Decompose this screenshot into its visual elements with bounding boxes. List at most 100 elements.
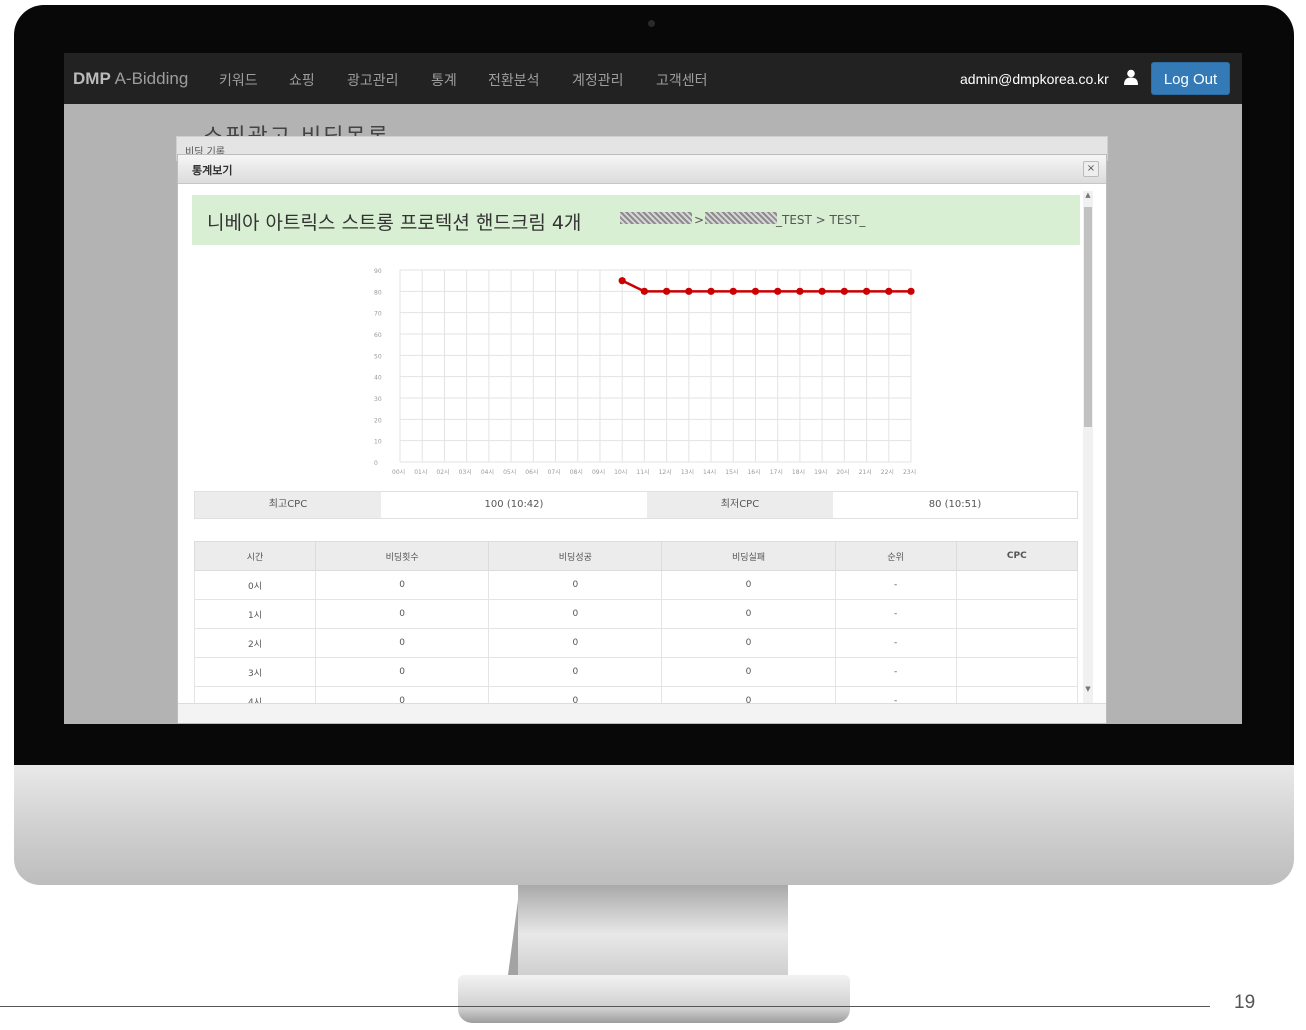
page-number: 19 bbox=[1234, 992, 1256, 1013]
y-tick-label: 80 bbox=[374, 289, 382, 296]
brand-logo[interactable]: DMP A-Bidding bbox=[73, 69, 188, 89]
y-tick-label: 10 bbox=[374, 439, 382, 446]
x-tick-label: 22시 bbox=[881, 469, 894, 476]
table-row: 0시 0 0 0- bbox=[193, 570, 1079, 600]
nav-statistics[interactable]: 통계 bbox=[431, 70, 457, 90]
y-tick-label: 60 bbox=[374, 332, 382, 339]
data-point bbox=[729, 287, 737, 295]
data-point bbox=[818, 287, 826, 295]
x-tick-label: 16시 bbox=[747, 469, 760, 476]
col-time: 시간 bbox=[193, 541, 317, 571]
scroll-down-icon[interactable]: ▼ bbox=[1083, 685, 1093, 695]
y-tick-label: 30 bbox=[374, 396, 382, 403]
brand-bold: DMP bbox=[73, 69, 111, 88]
nav-conversion-analysis[interactable]: 전환분석 bbox=[488, 70, 540, 90]
redacted-adgroup bbox=[705, 212, 777, 224]
redacted-campaign bbox=[620, 212, 692, 224]
monitor-stand-neck bbox=[518, 885, 788, 975]
min-cpc-label: 최저CPC bbox=[647, 492, 833, 518]
statistics-modal: 통계보기 × 니베아 아트릭스 스트롱 프로텍션 핸드크림 4개 > _TEST… bbox=[177, 154, 1107, 724]
user-email[interactable]: admin@dmpkorea.co.kr bbox=[960, 71, 1109, 87]
x-tick-label: 10시 bbox=[614, 469, 627, 476]
breadcrumb-tail: _TEST > TEST_ bbox=[776, 213, 866, 227]
modal-scrollbar[interactable]: ▲ ▼ bbox=[1083, 191, 1093, 703]
nav-ad-management[interactable]: 광고관리 bbox=[347, 70, 399, 90]
top-navbar: DMP A-Bidding 키워드 쇼핑 광고관리 통계 전환분석 계정관리 고… bbox=[64, 53, 1242, 104]
data-point bbox=[640, 287, 648, 295]
nav-keyword[interactable]: 키워드 bbox=[219, 70, 258, 90]
data-point bbox=[751, 287, 760, 295]
table-cell: 1시 bbox=[193, 599, 317, 629]
table-cell: - bbox=[834, 628, 957, 658]
x-tick-label: 05시 bbox=[503, 469, 516, 476]
nav-customer-center[interactable]: 고객센터 bbox=[656, 70, 708, 90]
table-cell: 0 bbox=[315, 570, 490, 600]
x-tick-label: 01시 bbox=[414, 469, 427, 476]
data-point bbox=[707, 287, 715, 295]
y-tick-label: 0 bbox=[374, 460, 378, 467]
x-tick-label: 03시 bbox=[459, 469, 472, 476]
data-point bbox=[796, 287, 804, 295]
x-tick-label: 08시 bbox=[570, 469, 583, 476]
x-tick-label: 13시 bbox=[681, 469, 694, 476]
table-cell bbox=[955, 570, 1079, 600]
y-tick-label: 20 bbox=[374, 417, 382, 424]
scroll-up-icon[interactable]: ▲ bbox=[1083, 191, 1093, 201]
table-cell: - bbox=[834, 599, 957, 629]
max-cpc-label: 최고CPC bbox=[195, 492, 381, 518]
x-tick-label: 15시 bbox=[725, 469, 738, 476]
brand-rest: A-Bidding bbox=[110, 69, 189, 88]
table-cell: 0 bbox=[661, 657, 836, 687]
x-tick-label: 09시 bbox=[592, 469, 605, 476]
data-point bbox=[774, 287, 782, 295]
nav-shopping[interactable]: 쇼핑 bbox=[289, 70, 315, 90]
x-tick-label: 04시 bbox=[481, 469, 494, 476]
product-banner: 니베아 아트릭스 스트롱 프로텍션 핸드크림 4개 > _TEST > TEST… bbox=[192, 195, 1080, 245]
table-cell: - bbox=[834, 657, 957, 687]
table-cell: 0 bbox=[488, 628, 663, 658]
data-point bbox=[885, 287, 893, 295]
table-row: 2시 0 0 0- bbox=[193, 628, 1079, 658]
data-point bbox=[663, 287, 671, 295]
y-tick-label: 40 bbox=[374, 375, 382, 382]
table-cell: 0 bbox=[661, 599, 836, 629]
table-cell: 0 bbox=[488, 599, 663, 629]
modal-header: 통계보기 × bbox=[178, 155, 1106, 184]
col-bid-success: 비딩성공 bbox=[488, 541, 663, 571]
x-tick-label: 17시 bbox=[770, 469, 783, 476]
col-bid-fail: 비딩실패 bbox=[661, 541, 836, 571]
x-tick-label: 19시 bbox=[814, 469, 827, 476]
table-header-row: 시간 비딩횟수 비딩성공 비딩실패 순위 CPC bbox=[193, 541, 1079, 571]
table-cell: 0 bbox=[315, 599, 490, 629]
close-icon[interactable]: × bbox=[1083, 161, 1099, 177]
data-point bbox=[907, 287, 915, 295]
nav-account-management[interactable]: 계정관리 bbox=[572, 70, 624, 90]
col-bid-count: 비딩횟수 bbox=[315, 541, 490, 571]
x-tick-label: 06시 bbox=[525, 469, 538, 476]
table-cell: 0시 bbox=[193, 570, 317, 600]
table-cell: - bbox=[834, 570, 957, 600]
table-cell: 2시 bbox=[193, 628, 317, 658]
scroll-thumb[interactable] bbox=[1084, 207, 1092, 427]
x-tick-label: 23시 bbox=[903, 469, 916, 476]
y-tick-label: 50 bbox=[374, 353, 382, 360]
table-cell: 0 bbox=[488, 570, 663, 600]
table-cell bbox=[955, 628, 1079, 658]
data-point bbox=[862, 287, 871, 295]
x-tick-label: 21시 bbox=[859, 469, 872, 476]
min-cpc-value: 80 (10:51) bbox=[928, 499, 982, 510]
col-cpc: CPC bbox=[955, 541, 1079, 571]
x-tick-label: 11시 bbox=[636, 469, 649, 476]
table-cell: 0 bbox=[661, 570, 836, 600]
table-cell: 0 bbox=[661, 628, 836, 658]
data-point bbox=[685, 287, 693, 295]
y-tick-label: 70 bbox=[374, 311, 382, 318]
col-rank: 순위 bbox=[834, 541, 957, 571]
logout-button[interactable]: Log Out bbox=[1151, 62, 1230, 95]
modal-title: 통계보기 bbox=[192, 164, 233, 177]
table-cell: 0 bbox=[315, 628, 490, 658]
user-icon[interactable] bbox=[1124, 69, 1138, 85]
hourly-stats-table: 시간 비딩횟수 비딩성공 비딩실패 순위 CPC 0시 0 0 0-1시 0 0 0-2시 0… bbox=[193, 541, 1079, 716]
table-cell: 0 bbox=[488, 657, 663, 687]
x-tick-label: 02시 bbox=[436, 469, 449, 476]
